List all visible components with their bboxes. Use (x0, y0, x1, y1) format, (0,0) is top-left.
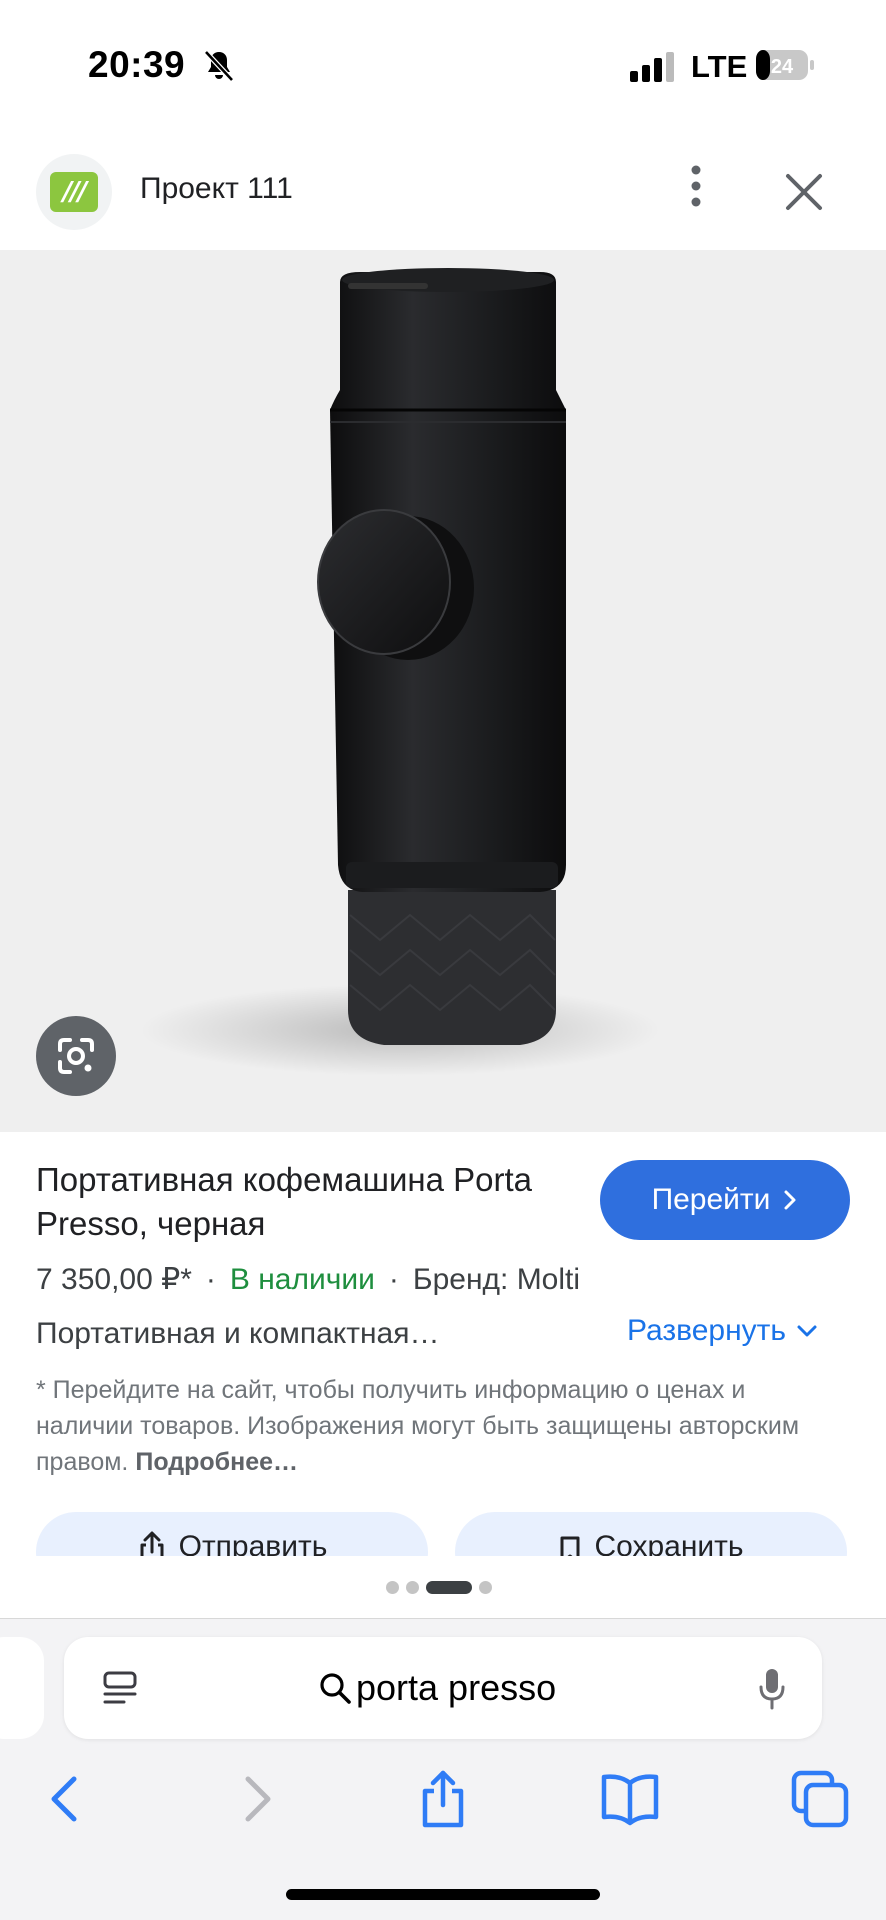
carousel-dot-active[interactable] (426, 1580, 472, 1594)
chevron-down-icon (797, 1325, 817, 1337)
battery-icon: 24 (756, 50, 814, 80)
back-icon[interactable] (36, 1769, 96, 1829)
network-type: LTE (691, 49, 748, 84)
address-query[interactable]: porta presso (318, 1667, 556, 1709)
google-lens-button[interactable] (36, 1016, 116, 1096)
separator-dot: · (205, 1263, 216, 1296)
product-meta: 7 350,00 ₽* · В наличии · Бренд: Molti (36, 1262, 580, 1297)
reader-icon[interactable] (100, 1669, 140, 1709)
bookmarks-icon[interactable] (600, 1769, 660, 1829)
forward-icon[interactable] (226, 1769, 286, 1829)
tabs-icon[interactable] (790, 1769, 850, 1829)
status-bar: 20:39 LTE 24 (0, 0, 886, 130)
address-query-text: porta presso (356, 1667, 557, 1708)
product-image (140, 268, 660, 1076)
browser-toolbar (0, 1769, 886, 1849)
disclaimer-more-link[interactable]: Подробнее… (135, 1448, 298, 1476)
bell-off-icon (204, 50, 234, 82)
carousel-dot[interactable] (479, 1580, 492, 1594)
share-icon (140, 1531, 164, 1556)
site-header: /// Проект 111 (0, 130, 886, 250)
carousel-dot[interactable] (386, 1580, 399, 1594)
site-logo-mark: /// (50, 172, 98, 212)
more-vert-icon[interactable] (672, 158, 720, 214)
google-lens-icon (58, 1038, 94, 1074)
stock-status: В наличии (229, 1263, 375, 1296)
send-label: Отправить (178, 1530, 328, 1556)
home-indicator[interactable] (286, 1889, 600, 1900)
product-image-area[interactable] (0, 250, 886, 1132)
signal-icon (630, 52, 674, 82)
product-title[interactable]: Портативная кофемашина Porta Presso, чер… (36, 1158, 556, 1246)
bookmark-icon (560, 1536, 580, 1556)
carousel-indicator (386, 1580, 492, 1594)
separator-dot: · (388, 1263, 399, 1296)
chevron-right-icon (784, 1190, 796, 1210)
site-name[interactable]: Проект 111 (140, 172, 293, 206)
product-brand: Бренд: Molti (412, 1263, 581, 1296)
close-icon[interactable] (782, 170, 826, 214)
carousel-dot[interactable] (406, 1580, 419, 1594)
expand-label: Развернуть (627, 1314, 787, 1347)
mic-icon[interactable] (758, 1667, 786, 1711)
safari-share-icon[interactable] (413, 1769, 473, 1829)
previous-tab-preview[interactable] (0, 1637, 44, 1739)
browser-bottom-bar: porta presso (0, 1618, 886, 1920)
product-price: 7 350,00 ₽* (36, 1263, 192, 1296)
site-logo[interactable]: /// (36, 154, 112, 230)
visit-button-label: Перейти (651, 1183, 771, 1216)
search-icon (320, 1673, 351, 1704)
status-time: 20:39 (88, 44, 186, 85)
address-bar[interactable]: porta presso (64, 1637, 822, 1739)
product-description: Портативная и компактная… (36, 1317, 440, 1350)
save-button[interactable]: Сохранить (455, 1512, 847, 1556)
visit-button[interactable]: Перейти (600, 1160, 850, 1240)
product-info-panel: Портативная кофемашина Porta Presso, чер… (0, 1132, 886, 1556)
save-label: Сохранить (594, 1530, 744, 1556)
disclaimer: * Перейдите на сайт, чтобы получить инфо… (36, 1372, 846, 1480)
send-button[interactable]: Отправить (36, 1512, 428, 1556)
battery-level: 24 (771, 56, 794, 78)
expand-button[interactable]: Развернуть (627, 1314, 818, 1348)
